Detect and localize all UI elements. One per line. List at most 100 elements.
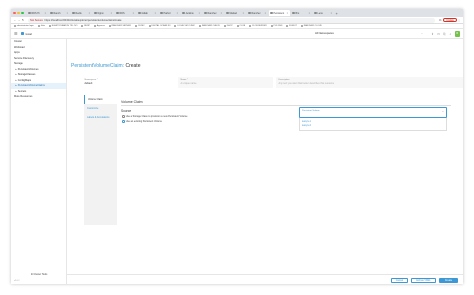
- browser-tab[interactable]: Bro ×: [291, 10, 312, 16]
- tab-close-icon[interactable]: ×: [45, 12, 46, 15]
- side-tab[interactable]: Labels & Annotations: [84, 113, 117, 122]
- bookmark-icon: [236, 25, 239, 27]
- tab-close-icon[interactable]: ×: [199, 12, 200, 15]
- browser-tab[interactable]: RDS Hi ×: [27, 10, 48, 16]
- bookmark-item[interactable]: Appscan: [93, 25, 105, 27]
- extensions-icon[interactable]: ⧉: [438, 18, 442, 22]
- bookmark-item[interactable]: CLOB SERVER: [249, 25, 267, 27]
- radio-existing-volume[interactable]: Use an existing Persistent Volume: [122, 120, 162, 123]
- nav-item-label: ConfigMaps: [17, 78, 32, 82]
- persistent-volume-select[interactable]: Persistent Volume ⌃: [299, 107, 447, 118]
- bookmark-item[interactable]: administrator login: [14, 25, 34, 27]
- bookmark-item[interactable]: FILEDIT: [286, 25, 297, 27]
- minimize-window-button[interactable]: [17, 11, 20, 15]
- close-window-button[interactable]: [13, 11, 16, 15]
- kubeconfig-icon[interactable]: ⎘: [443, 32, 447, 36]
- nav-item-label: PersistentVolumeClaims: [17, 84, 45, 88]
- namespace-select[interactable]: Namespace * default: [82, 77, 176, 88]
- new-tab-button[interactable]: +: [336, 11, 338, 16]
- tab-label: Harbor: [163, 11, 171, 15]
- bookmark-icon: [223, 25, 226, 27]
- side-tab[interactable]: Customize: [84, 104, 117, 113]
- maximize-window-button[interactable]: [21, 11, 24, 15]
- tab-label: Gitlab: [141, 11, 148, 15]
- browser-tab[interactable]: RDS ×: [115, 10, 136, 16]
- radio-circle-selected[interactable]: [122, 120, 125, 123]
- bookmark-item[interactable]: LOCAL VM CLINIC: [174, 25, 195, 27]
- namespace-filter[interactable]: All Namespaces ⌄: [313, 31, 425, 37]
- browser-tab[interactable]: Gitlab ×: [137, 10, 158, 16]
- browser-tab[interactable]: Persistent ×: [268, 10, 290, 16]
- url-input[interactable]: Not Secure https://localhost:8443/c/loca…: [28, 17, 436, 23]
- bookmark-label: administrator login: [16, 25, 34, 27]
- bookmark-item[interactable]: CLOB: [236, 25, 245, 27]
- bookmark-icon: [93, 25, 96, 27]
- browser-tab[interactable]: Redis ×: [71, 10, 92, 16]
- tab-close-icon[interactable]: ×: [155, 12, 156, 15]
- bookmark-item[interactable]: RANCHER CHECK: [199, 25, 220, 27]
- browser-tab[interactable]: Ranch ×: [49, 10, 70, 16]
- browser-tab[interactable]: Mariad ×: [225, 10, 246, 16]
- tab-close-icon[interactable]: ×: [287, 12, 288, 15]
- browser-tab[interactable]: Rancher ×: [247, 10, 268, 16]
- update-button[interactable]: Update: [443, 17, 457, 23]
- tab-close-icon[interactable]: ×: [331, 12, 332, 15]
- bookmark-icon: [81, 25, 84, 27]
- radio-circle[interactable]: [122, 115, 125, 118]
- description-field[interactable]: Description Any text you want that bette…: [276, 77, 463, 88]
- bookmark-item[interactable]: Jobs: [37, 25, 45, 27]
- tab-favicon-icon: [138, 11, 141, 15]
- nav-list: Cluster Workload Apps Service Discovery Stor…: [11, 39, 66, 100]
- browser-tab[interactable]: Lens ×: [313, 10, 334, 16]
- bookmark-item[interactable]: CLINIC: [135, 25, 145, 27]
- tab-close-icon[interactable]: ×: [221, 12, 222, 15]
- cluster-tools-link[interactable]: ⚙ Cluster Tools: [11, 273, 67, 276]
- reload-icon[interactable]: ↻: [21, 18, 25, 22]
- menu-icon[interactable]: ⋮: [457, 18, 461, 22]
- tab-favicon-icon: [226, 11, 229, 15]
- bookmark-item[interactable]: PLS DNS: [270, 25, 282, 27]
- breadcrumb[interactable]: PersistentVolumeClaim:: [71, 63, 124, 69]
- avatar[interactable]: R: [454, 31, 460, 37]
- bookmark-item[interactable]: BURP: [81, 25, 90, 27]
- search-icon[interactable]: ⌕: [449, 32, 453, 36]
- tab-close-icon[interactable]: ×: [265, 12, 266, 15]
- tab-close-icon[interactable]: ×: [177, 12, 178, 15]
- pv-option[interactable]: test-pv-2: [302, 124, 444, 128]
- tab-close-icon[interactable]: ×: [111, 12, 112, 15]
- browser-tab[interactable]: Harbor ×: [159, 10, 180, 16]
- bookmark-item[interactable]: RANCHER SERVER: [108, 25, 131, 27]
- header-actions: ⇪ ▭ ⎘ ⌕ R: [431, 31, 460, 37]
- bookmark-item[interactable]: RANCHER CLOUD: [300, 25, 322, 27]
- cancel-button[interactable]: Cancel: [391, 277, 408, 283]
- tab-close-icon[interactable]: ×: [133, 12, 134, 15]
- edit-yaml-button[interactable]: Edit as YAML: [411, 277, 436, 283]
- bookmark-item[interactable]: DIGITAL OCEAN S3: [148, 25, 170, 27]
- nav-item[interactable]: More Resources: [11, 94, 66, 100]
- radio-new-volume[interactable]: Use a Storage Class to provision a new P…: [122, 115, 187, 118]
- tab-close-icon[interactable]: ×: [309, 12, 310, 15]
- tab-close-icon[interactable]: ×: [89, 12, 90, 15]
- terminal-icon[interactable]: ▭: [437, 32, 441, 36]
- description-label: Description: [278, 78, 290, 81]
- browser-tab[interactable]: Rancher ×: [203, 10, 224, 16]
- tab-favicon-icon: [314, 11, 317, 15]
- tab-label: Bro: [295, 11, 300, 15]
- tab-close-icon[interactable]: ×: [243, 12, 244, 15]
- version-label: v2.6.2: [14, 280, 20, 282]
- create-button[interactable]: Create: [439, 277, 458, 283]
- bookmark-item[interactable]: ELASTICSEARCH TILL NO: [48, 25, 77, 27]
- bookmark-label: DHCP: [226, 25, 233, 27]
- name-field[interactable]: Name * A unique name: [178, 77, 273, 88]
- bookmark-icon: [270, 25, 273, 27]
- upload-icon[interactable]: ⇪: [431, 32, 435, 36]
- bookmark-item[interactable]: DHCP: [223, 25, 233, 27]
- security-indicator[interactable]: Not Secure: [30, 19, 43, 22]
- cluster-name[interactable]: local: [26, 32, 32, 36]
- side-tab[interactable]: Volume Claim: [84, 95, 117, 104]
- browser-tab[interactable]: Jenkins ×: [181, 10, 202, 16]
- hamburger-menu-icon[interactable]: ☰: [14, 31, 18, 36]
- browser-tab[interactable]: Nginx ×: [93, 10, 114, 16]
- tab-close-icon[interactable]: ×: [67, 12, 68, 15]
- bookmark-icon: [148, 25, 151, 27]
